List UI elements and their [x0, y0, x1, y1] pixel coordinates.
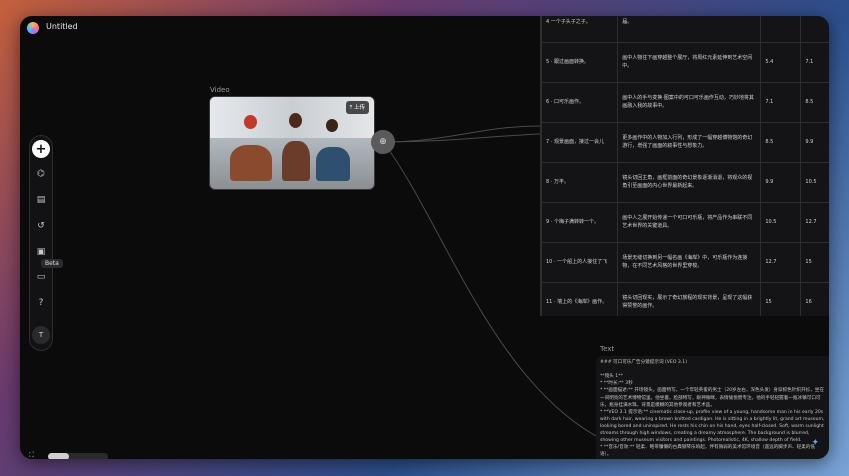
text-node-content: ### 可口可乐广告分镜提示词 (VEO 3.1) **镜头 1** * **时长… — [596, 356, 829, 459]
table-row: 8 · 万丰。 镜头切回主角，画框前面的奇幻景象逐渐消退，将观众的视角引至画面的内… — [541, 162, 829, 203]
beta-tool-button[interactable]: ▭ — [32, 268, 50, 286]
node-connector-handle[interactable]: ⊕ — [371, 130, 395, 154]
text-line: * **VEO 3.1 提示语:** cinematic close-up, p… — [600, 409, 825, 444]
table-cell[interactable]: 更多画作中的人物加入行列，形成了一幅穿越博物馆的奇幻游行，增强了画面的叙事性与想… — [617, 122, 762, 163]
thumbnail-person — [282, 141, 310, 181]
table-cell[interactable]: 10.5 — [800, 162, 829, 203]
storyboard-table-node[interactable]: 4 一个子头子之子。 届。 5 · 跟过画面转换。 画中人物往下画穿越整个展厅，将周红… — [540, 16, 829, 316]
panel-icon: ▭ — [36, 272, 46, 282]
zoom-slider[interactable] — [48, 453, 108, 459]
upload-button[interactable]: ⤒ 上传 — [345, 101, 369, 114]
text-line — [600, 366, 825, 373]
table-cell[interactable]: 5 · 跟过画面转换。 — [541, 42, 619, 83]
table-row: 9 · 个梅子满转转一个。 画中人之展开始传递一个可口可乐瓶，将产品作为串联不同艺… — [541, 202, 829, 243]
text-line: **镜头 1** — [600, 374, 623, 380]
table-cell[interactable]: 镜头切回现实，展示了奇幻旅程的现实背景，呈现了这幅获得赞誉的画作。 — [617, 282, 762, 316]
table-cell[interactable]: 15 — [760, 282, 802, 316]
user-avatar[interactable]: T — [32, 326, 50, 344]
image-icon: ▣ — [36, 247, 46, 257]
thumbnail-person — [316, 147, 350, 181]
table-cell[interactable]: 4 一个子头子之子。 — [541, 16, 619, 43]
table-row: 11 · 墙上的《海岸》画作。 镜头切回现实，展示了奇幻旅程的现实背景，呈现了这幅… — [541, 282, 829, 316]
help-icon: ? — [38, 298, 44, 308]
table-cell[interactable]: 场景无缝切换到另一幅名画《海岸》中，可乐瓶作为连接物，在不同艺术风格的世界里穿梭… — [617, 242, 762, 283]
storyboard-table: 4 一个子头子之子。 届。 5 · 跟过画面转换。 画中人物往下画穿越整个展厅，将周红… — [541, 16, 829, 316]
thumbnail-head — [289, 113, 302, 128]
fit-screen-icon[interactable]: ⛶ — [29, 451, 34, 459]
layout-icon: ▤ — [36, 195, 46, 205]
nodes-icon: ⌬ — [37, 169, 45, 179]
table-cell[interactable]: 9.9 — [800, 122, 829, 163]
table-row: 6 · 口可乐画作。 画中人的手与变换·图案中的可口可乐画作互动，巧妙地将其画融入… — [541, 82, 829, 123]
table-cell[interactable]: 画中人的手与变换·图案中的可口可乐画作互动，巧妙地将其画融入我的故事中。 — [617, 82, 762, 123]
table-cell[interactable]: 6 · 口可乐画作。 — [541, 82, 619, 123]
video-node[interactable]: ⤒ 上传 — [209, 96, 375, 190]
video-node-label: Video — [210, 86, 230, 94]
table-row: 10 · 一个船上的人接住了飞 场景无缝切换到另一幅名画《海岸》中，可乐瓶作为连接… — [541, 242, 829, 283]
table-cell[interactable]: 16 — [800, 282, 829, 316]
table-cell[interactable]: 8.5 — [800, 82, 829, 123]
table-cell[interactable] — [800, 16, 829, 43]
table-cell[interactable]: 7.1 — [800, 42, 829, 83]
help-button[interactable]: ? — [32, 294, 50, 312]
table-cell[interactable]: 12.7 — [760, 242, 802, 283]
table-cell[interactable]: 画中人之展开始传递一个可口可乐瓶，将产品作为串联不同艺术世界的关键道具。 — [617, 202, 762, 243]
left-toolbar: + ⌬ ▤ ↺ ▣ ▭ ? T — [29, 135, 53, 351]
ai-sparkle-icon[interactable]: ✦ — [811, 437, 819, 451]
history-button[interactable]: ↺ — [32, 217, 50, 235]
table-row: 4 一个子头子之子。 届。 — [541, 16, 829, 43]
add-node-button[interactable]: + — [32, 140, 50, 158]
plus-icon: + — [35, 141, 47, 157]
table-cell[interactable]: 12.7 — [800, 202, 829, 243]
text-line: * **时长:** 3秒 — [600, 381, 633, 387]
table-cell[interactable]: 9 · 个梅子满转转一个。 — [541, 202, 619, 243]
thumbnail-person — [230, 145, 272, 181]
table-cell[interactable]: 10.5 — [760, 202, 802, 243]
table-cell[interactable]: 8 · 万丰。 — [541, 162, 619, 203]
table-row: 7 · 观景画面，接过一会儿 更多画作中的人物加入行列，形成了一幅穿越博物馆的奇幻… — [541, 122, 829, 163]
text-node-label: Text — [600, 345, 615, 353]
connector-icon: ⊕ — [379, 137, 387, 147]
table-cell[interactable]: 7.1 — [760, 82, 802, 123]
table-cell[interactable]: 11 · 墙上的《海岸》画作。 — [541, 282, 619, 316]
table-cell[interactable]: 画中人物往下画穿越整个展厅，将周红元素延伸到艺术空间中。 — [617, 42, 762, 83]
text-node[interactable]: ### 可口可乐广告分镜提示词 (VEO 3.1) **镜头 1** * **时长… — [596, 356, 829, 459]
zoom-slider-fill — [48, 453, 69, 459]
thumbnail-head — [244, 115, 257, 129]
text-line: ### 可口可乐广告分镜提示词 (VEO 3.1) — [600, 360, 688, 365]
table-cell[interactable]: 9.9 — [760, 162, 802, 203]
table-cell[interactable]: 镜头切回主角，画框前面的奇幻景象逐渐消退，将观众的视角引至画面的内心世界最新起来… — [617, 162, 762, 203]
table-cell[interactable]: 10 · 一个船上的人接住了飞 — [541, 242, 619, 283]
beta-tooltip: Beta — [41, 259, 63, 268]
table-cell[interactable]: 5.4 — [760, 42, 802, 83]
table-cell[interactable]: 15 — [800, 242, 829, 283]
table-cell[interactable]: 8.5 — [760, 122, 802, 163]
table-row: 5 · 跟过画面转换。 画中人物往下画穿越整个展厅，将周红元素延伸到艺术空间中。 5… — [541, 42, 829, 83]
table-cell[interactable]: 届。 — [617, 16, 762, 43]
table-cell[interactable]: 7 · 观景画面，接过一会儿 — [541, 122, 619, 163]
history-icon: ↺ — [37, 221, 45, 231]
text-line: * **音乐/音效:** 轻柔、略带慵懒的古典钢琴乐响起，伴有微弱的美术馆环境音… — [600, 445, 816, 458]
table-cell[interactable] — [760, 16, 802, 43]
thumbnail-head — [326, 119, 338, 132]
text-line: * **画面描述:** 开场镜头，画面特写。一个年轻英俊的男士（20岁左右，深色… — [600, 388, 824, 408]
app-window: Untitled + ⌬ ▤ ↺ ▣ ▭ ? T Beta ⊛ 22 ✦ 社区 … — [20, 16, 829, 459]
templates-button[interactable]: ▤ — [32, 191, 50, 209]
assets-button[interactable]: ⌬ — [32, 165, 50, 183]
